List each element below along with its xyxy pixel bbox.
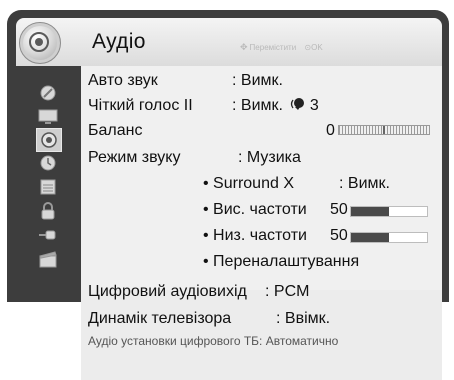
hint-ok-label: OK xyxy=(311,43,323,52)
sidebar-item-channels[interactable] xyxy=(36,82,60,104)
hint-move-label: Перемістити xyxy=(249,43,297,52)
sidebar-item-audio[interactable] xyxy=(36,128,62,152)
sidebar-item-input[interactable] xyxy=(36,224,60,246)
balance-label: Баланс xyxy=(88,122,143,139)
treble-slider-fill xyxy=(351,207,389,216)
clear-voice-level: 3 xyxy=(309,97,319,114)
sidebar-item-media[interactable] xyxy=(36,248,60,270)
treble-label: • Вис. частоти xyxy=(203,201,307,218)
balance-value: 0 xyxy=(326,122,335,139)
dish-icon xyxy=(40,85,56,101)
treble-value: 50 xyxy=(330,201,348,218)
digital-tv-audio-info: Аудіо установки цифрового ТБ: Автоматичн… xyxy=(88,334,339,348)
bass-row[interactable]: • Низ. частоти xyxy=(203,227,307,245)
clear-voice-row[interactable]: Чіткий голос II xyxy=(88,97,193,115)
treble-row[interactable]: • Вис. частоти xyxy=(203,201,307,219)
tv-screen-icon xyxy=(38,109,58,124)
sound-mode-value: : Музика xyxy=(238,149,301,166)
surround-label: • Surround X xyxy=(203,175,294,192)
list-icon xyxy=(40,179,56,195)
tv-speaker-value: : Ввімк. xyxy=(276,310,331,327)
sidebar-item-lock[interactable] xyxy=(36,200,60,222)
arrows-icon: ✥ xyxy=(240,42,248,52)
bass-label: • Низ. частоти xyxy=(203,227,307,244)
reset-label: • Переналаштування xyxy=(203,253,360,270)
speaker-icon xyxy=(41,132,57,148)
clear-voice-label: Чіткий голос II xyxy=(88,97,193,114)
digital-out-label: Цифровий аудіовихід xyxy=(88,283,247,300)
tv-speaker-label: Динамік телевізора xyxy=(88,310,232,327)
surround-row[interactable]: • Surround X xyxy=(203,175,294,193)
balance-row[interactable]: Баланс xyxy=(88,122,142,140)
auto-sound-label: Авто звук xyxy=(88,72,158,89)
bass-slider-fill xyxy=(351,233,389,242)
clock-icon xyxy=(40,155,56,171)
lock-icon xyxy=(41,202,55,220)
auto-sound-row[interactable]: Авто звук xyxy=(88,72,158,90)
balance-slider[interactable] xyxy=(338,125,430,135)
sound-mode-label: Режим звуку xyxy=(88,149,181,166)
treble-slider[interactable] xyxy=(350,206,428,217)
sidebar-item-time[interactable] xyxy=(36,152,60,174)
page-title: Аудіо xyxy=(92,30,146,53)
connector-icon xyxy=(39,230,56,240)
reset-row[interactable]: • Переналаштування xyxy=(203,253,359,271)
clear-voice-value: : Вимк. 3 xyxy=(232,97,319,115)
clear-voice-status: : Вимк. xyxy=(232,97,283,114)
navigation-hint: ✥ Перемістити ⊙OK xyxy=(240,42,323,53)
digital-out-value: : PCM xyxy=(265,283,310,300)
tv-speaker-row[interactable]: Динамік телевізора xyxy=(88,310,231,328)
menu-header xyxy=(16,18,442,66)
auto-sound-value: : Вимк. xyxy=(232,72,283,89)
sidebar-item-option[interactable] xyxy=(36,176,60,198)
surround-value: : Вимк. xyxy=(339,175,390,192)
clapper-icon xyxy=(39,251,57,268)
sidebar-item-picture[interactable] xyxy=(36,106,60,128)
bass-slider[interactable] xyxy=(350,232,428,243)
audio-speaker-icon xyxy=(19,22,61,64)
sound-mode-row[interactable]: Режим звуку xyxy=(88,149,180,167)
voice-icon xyxy=(291,98,305,110)
bass-value: 50 xyxy=(330,227,348,244)
digital-out-row[interactable]: Цифровий аудіовихід xyxy=(88,283,247,301)
